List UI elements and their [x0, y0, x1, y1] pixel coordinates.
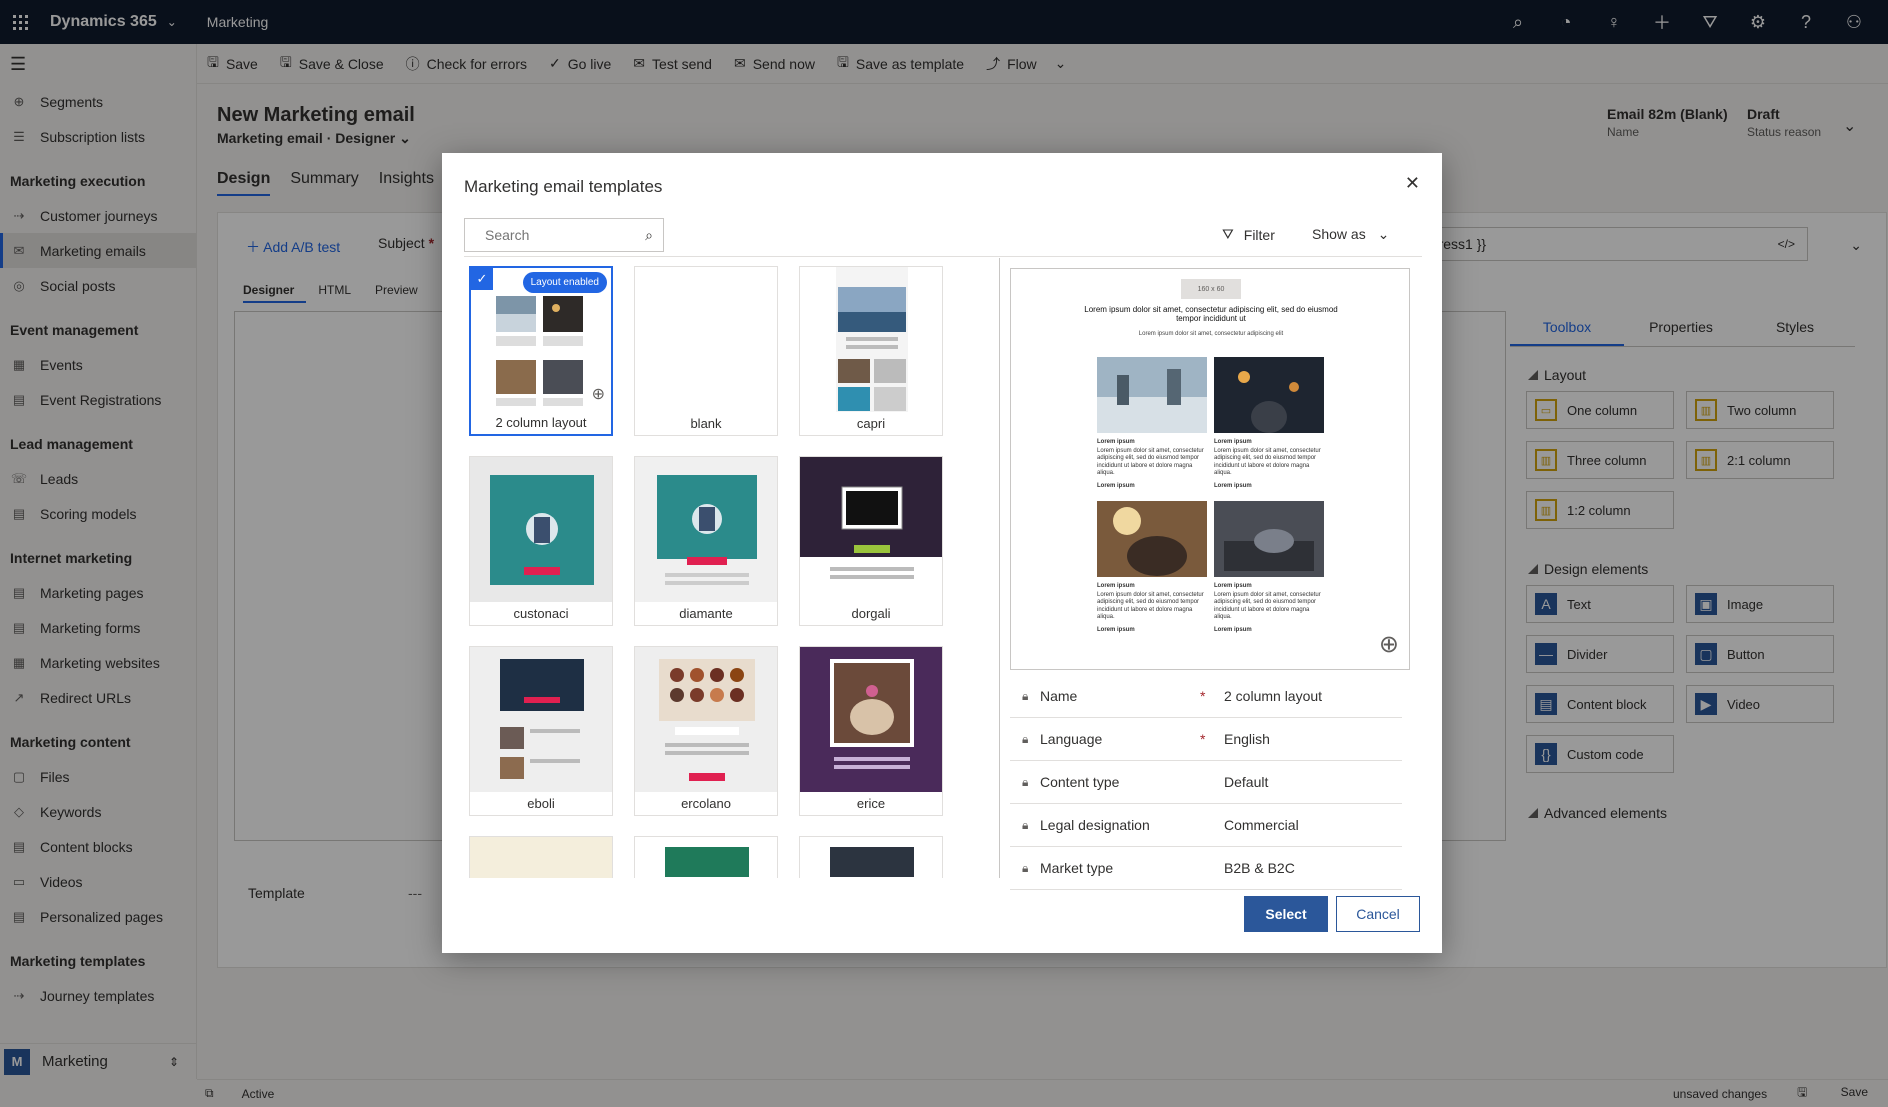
- template-tile-2-column-layout[interactable]: ✓ Layout enabled ⊕ 2 column layout: [469, 266, 613, 436]
- checkmark-icon: ✓: [471, 268, 493, 290]
- templates-dialog: Marketing email templates ✕ ⌕ ⛛ Filter S…: [442, 153, 1442, 953]
- template-thumbnail: [800, 647, 942, 792]
- template-name: erice: [856, 796, 886, 811]
- show-as-button[interactable]: Show as ⌄: [1312, 226, 1389, 243]
- filter-button[interactable]: ⛛ Filter: [1222, 226, 1275, 243]
- dialog-title: Marketing email templates: [464, 177, 663, 196]
- template-name: blank: [690, 416, 722, 431]
- lock-icon: 🔒︎: [1022, 774, 1029, 789]
- template-thumbnail: [470, 647, 612, 792]
- preview-headline: Lorem ipsum dolor sit amet, consectetur …: [1084, 305, 1338, 323]
- template-name: eboli: [527, 796, 555, 811]
- template-tile[interactable]: [469, 836, 613, 878]
- property-legal-designation: 🔒︎ Legal designation Commercial: [1010, 804, 1402, 847]
- search-input[interactable]: [485, 227, 635, 243]
- template-thumbnail: [800, 837, 942, 878]
- template-tile-eboli[interactable]: eboli: [469, 646, 613, 816]
- template-tile-diamante[interactable]: diamante: [634, 456, 778, 626]
- template-tile[interactable]: [799, 836, 943, 878]
- template-properties: 🔒︎ Name * 2 column layout 🔒︎ Language * English…: [1010, 675, 1402, 890]
- template-tile-custonaci[interactable]: custonaci: [469, 456, 613, 626]
- property-language: 🔒︎ Language * English: [1010, 718, 1402, 761]
- template-tile-erice[interactable]: erice: [799, 646, 943, 816]
- lock-icon: 🔒︎: [1022, 731, 1029, 746]
- template-tile-ercolano[interactable]: ercolano: [634, 646, 778, 816]
- template-tile[interactable]: [634, 836, 778, 878]
- search-icon[interactable]: ⌕: [645, 227, 653, 244]
- template-tile-blank[interactable]: blank: [634, 266, 778, 436]
- divider: [999, 258, 1000, 878]
- template-name: custonaci: [513, 606, 569, 621]
- preview-item: Lorem ipsum Lorem ipsum dolor sit amet, c…: [1214, 439, 1321, 489]
- template-thumbnail: [635, 837, 777, 878]
- template-thumbnail: [635, 267, 777, 412]
- template-thumbnail: [800, 267, 942, 412]
- template-name: dorgali: [851, 606, 891, 621]
- preview-item: Lorem ipsum Lorem ipsum dolor sit amet, c…: [1097, 439, 1204, 489]
- template-thumbnail: [635, 647, 777, 792]
- property-market-type: 🔒︎ Market type B2B & B2C: [1010, 847, 1402, 890]
- preview-item: Lorem ipsum Lorem ipsum dolor sit amet, c…: [1097, 583, 1204, 633]
- template-preview: 160 x 60 Lorem ipsum dolor sit amet, con…: [1010, 268, 1410, 670]
- search-field[interactable]: ⌕: [464, 218, 664, 252]
- template-thumbnail: [470, 457, 612, 602]
- lock-icon: 🔒︎: [1022, 860, 1029, 875]
- zoom-in-icon[interactable]: ⊕: [1379, 630, 1399, 659]
- template-tile-dorgali[interactable]: dorgali: [799, 456, 943, 626]
- template-name: capri: [856, 416, 886, 431]
- cancel-button[interactable]: Cancel: [1336, 896, 1420, 932]
- template-thumbnail: [470, 837, 612, 878]
- preview-image: [1097, 501, 1207, 577]
- preview-subline: Lorem ipsum dolor sit amet, consectetur …: [1138, 331, 1284, 337]
- property-content-type: 🔒︎ Content type Default: [1010, 761, 1402, 804]
- template-thumbnail: [800, 457, 942, 602]
- preview-item: Lorem ipsum Lorem ipsum dolor sit amet, c…: [1214, 583, 1321, 633]
- template-gallery: ✓ Layout enabled ⊕ 2 column layout blank: [464, 258, 999, 878]
- template-name: diamante: [679, 606, 733, 621]
- filter-icon: ⛛: [1222, 226, 1234, 242]
- property-name: 🔒︎ Name * 2 column layout: [1010, 675, 1402, 718]
- preview-image: [1214, 357, 1324, 433]
- logo-placeholder: 160 x 60: [1181, 279, 1241, 299]
- preview-image: [1214, 501, 1324, 577]
- template-thumbnail: [635, 457, 777, 602]
- layout-enabled-badge: Layout enabled: [522, 272, 607, 293]
- divider: [464, 256, 1422, 257]
- close-icon[interactable]: ✕: [1405, 173, 1420, 194]
- lock-icon: 🔒︎: [1022, 817, 1029, 832]
- zoom-icon[interactable]: ⊕: [592, 384, 605, 404]
- template-name: ercolano: [681, 796, 731, 811]
- preview-image: [1097, 357, 1207, 433]
- select-button[interactable]: Select: [1244, 896, 1328, 932]
- template-tile-capri[interactable]: capri: [799, 266, 943, 436]
- lock-icon: 🔒︎: [1022, 688, 1029, 703]
- template-name: 2 column layout: [495, 415, 587, 430]
- chevron-down-icon: ⌄: [1377, 226, 1390, 242]
